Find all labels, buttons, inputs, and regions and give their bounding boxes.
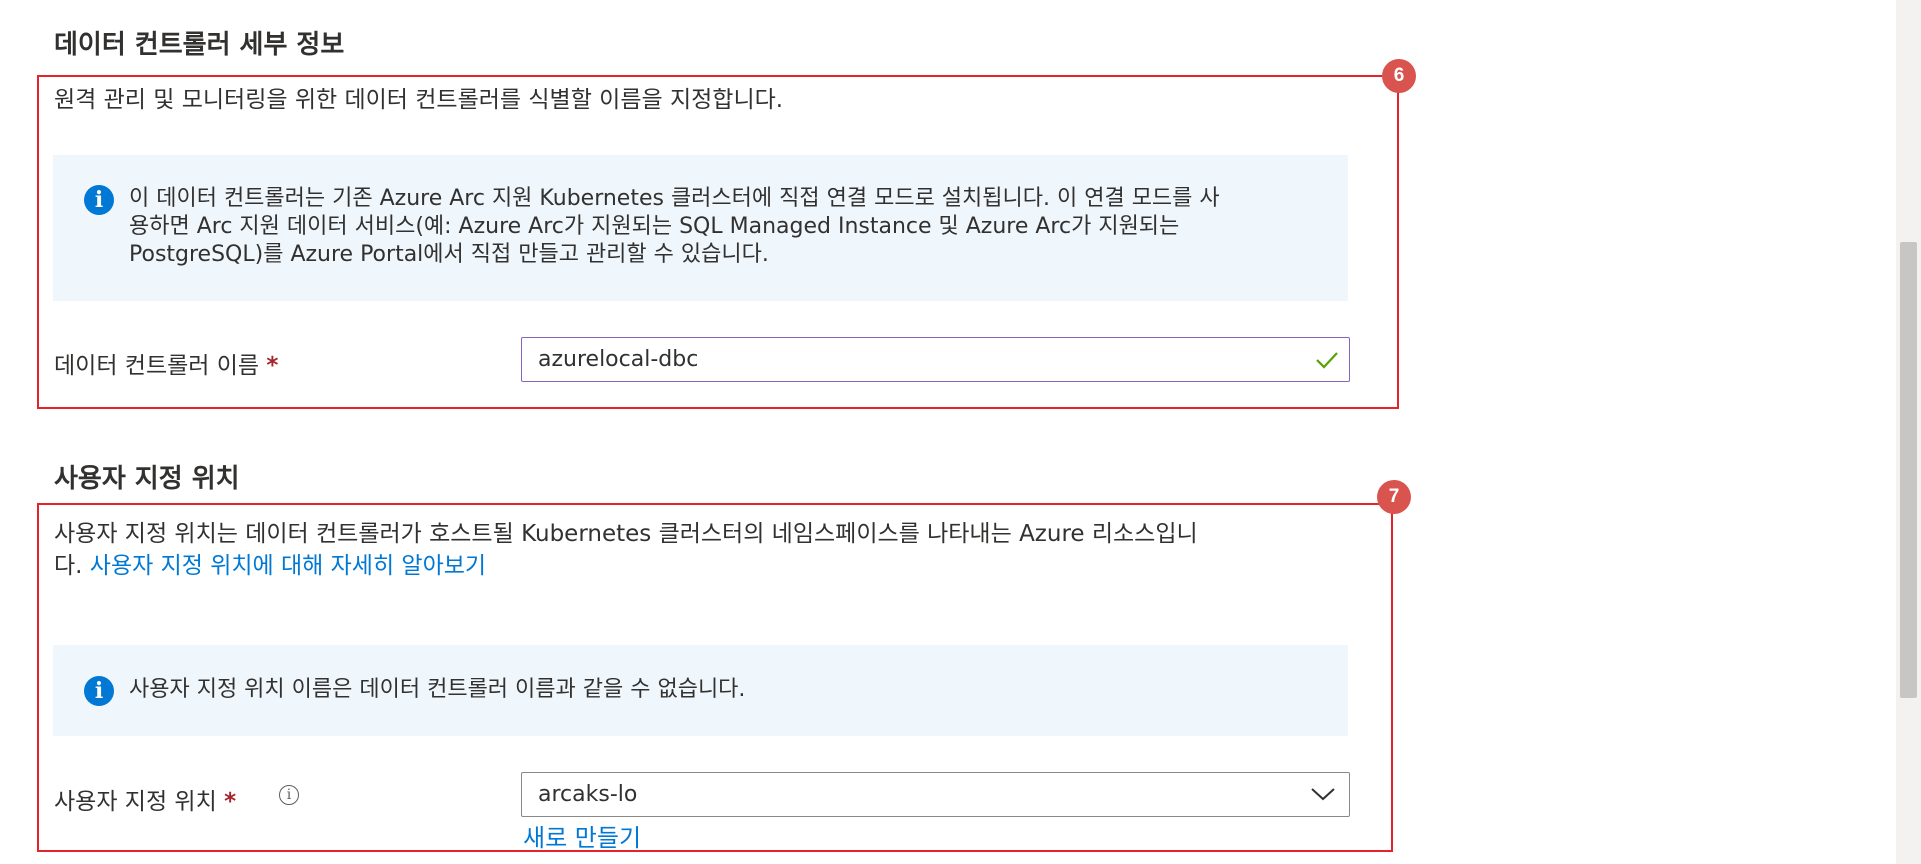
- learn-more-link[interactable]: 사용자 지정 위치에 대해 자세히 알아보기: [90, 553, 486, 579]
- custom-location-description: 사용자 지정 위치는 데이터 컨트롤러가 호스트될 Kubernetes 클러스…: [54, 521, 1198, 547]
- info-message-line-3: PostgreSQL)를 Azure Portal에서 직접 만들고 관리할 수…: [129, 242, 769, 267]
- checkmark-icon: [1316, 352, 1338, 369]
- info-message-line-2: 용하면 Arc 지원 데이터 서비스(예: Azure Arc가 지원되는 SQ…: [129, 214, 1180, 239]
- input-value: azurelocal-dbc: [538, 347, 699, 372]
- info-message-line-1: 이 데이터 컨트롤러는 기존 Azure Arc 지원 Kubernetes 클…: [129, 186, 1220, 211]
- callout-badge-7: 7: [1377, 480, 1411, 514]
- custom-location-label: 사용자 지정 위치 *: [54, 782, 236, 816]
- chevron-down-icon[interactable]: [1310, 786, 1336, 802]
- data-controller-name-label: 데이터 컨트롤러 이름 *: [54, 346, 278, 380]
- custom-location-dropdown[interactable]: arcaks-lo: [521, 772, 1350, 817]
- description-tail: 다.: [54, 553, 83, 579]
- info-message-text: 사용자 지정 위치 이름은 데이터 컨트롤러 이름과 같을 수 없습니다.: [129, 677, 746, 702]
- required-marker: *: [266, 353, 279, 379]
- required-marker: *: [224, 789, 237, 815]
- info-icon: i: [84, 676, 114, 706]
- callout-badge-6: 6: [1382, 59, 1416, 93]
- create-new-link[interactable]: 새로 만들기: [523, 818, 641, 853]
- field-label-text: 데이터 컨트롤러 이름: [54, 353, 260, 379]
- custom-location-description-cont: 다. 사용자 지정 위치에 대해 자세히 알아보기: [54, 550, 486, 582]
- info-icon: i: [84, 185, 114, 215]
- section-title-custom-location: 사용자 지정 위치: [54, 464, 240, 494]
- data-controller-name-input[interactable]: azurelocal-dbc: [521, 337, 1350, 382]
- field-label-text: 사용자 지정 위치: [54, 789, 217, 815]
- section-description: 원격 관리 및 모니터링을 위한 데이터 컨트롤러를 식별할 이름을 지정합니다…: [54, 87, 784, 113]
- dropdown-selected-value: arcaks-lo: [538, 782, 638, 807]
- tooltip-info-icon[interactable]: i: [279, 785, 299, 805]
- section-title-data-controller: 데이터 컨트롤러 세부 정보: [54, 30, 345, 60]
- scrollbar-thumb[interactable]: [1900, 242, 1917, 698]
